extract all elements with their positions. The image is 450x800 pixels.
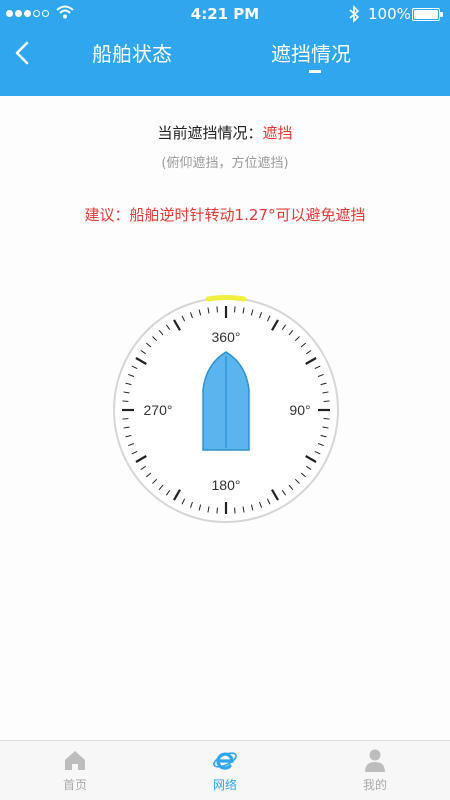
tab-home-label: 首页 xyxy=(62,778,87,792)
tab-ship-status[interactable]: 船舶状态 xyxy=(92,38,172,67)
bluetooth-icon xyxy=(349,5,360,23)
home-icon xyxy=(65,751,85,770)
compass-minor-tick xyxy=(234,306,236,313)
battery-icon xyxy=(412,8,443,21)
main-content: 当前遮挡情况：遮挡 (俯仰遮挡，方位遮挡) 建议：船舶逆时针转动1.27°可以避… xyxy=(0,96,450,740)
compass-label-north: 360° xyxy=(212,329,241,345)
compass-label-east: 90° xyxy=(289,402,310,418)
compass-highlight-arc xyxy=(205,295,247,302)
compass-minor-tick xyxy=(216,306,218,313)
compass-label-south: 180° xyxy=(212,477,241,493)
bottom-tab-bar: 首页 网络 我的 xyxy=(0,740,450,800)
rotation-suggestion: 建议：船舶逆时针转动1.27°可以避免遮挡 xyxy=(84,206,366,224)
user-icon xyxy=(365,749,385,772)
compass-minor-tick xyxy=(323,418,330,420)
active-tab-indicator xyxy=(309,70,321,73)
compass-minor-tick xyxy=(323,400,330,402)
blocking-detail: (俯仰遮挡，方位遮挡) xyxy=(161,156,289,171)
compass-minor-tick xyxy=(216,507,218,514)
compass-minor-tick xyxy=(122,418,129,420)
current-blocking-label: 当前遮挡情况： xyxy=(157,124,263,142)
battery-percent: 100% xyxy=(368,5,411,23)
current-blocking-status: 当前遮挡情况：遮挡 xyxy=(0,122,450,143)
compass-label-west: 270° xyxy=(144,402,173,418)
tab-blocking[interactable]: 遮挡情况 xyxy=(271,38,351,67)
app-header: 4:21 PM 100% 船舶状态 遮挡情况 xyxy=(0,0,450,96)
tab-mine[interactable]: 我的 xyxy=(300,741,450,800)
navigation-bar: 船舶状态 遮挡情况 xyxy=(0,28,450,96)
compass-minor-tick xyxy=(234,507,236,514)
back-arrow-icon[interactable] xyxy=(8,36,38,70)
compass-dial: 360° 180° 270° 90° xyxy=(113,295,339,523)
compass-minor-tick xyxy=(122,400,129,402)
tab-network[interactable]: 网络 xyxy=(150,741,300,800)
tab-mine-label: 我的 xyxy=(362,778,387,792)
tab-home[interactable]: 首页 xyxy=(0,741,150,800)
status-bar: 4:21 PM 100% xyxy=(0,0,450,28)
network-e-icon xyxy=(213,752,237,770)
current-blocking-value: 遮挡 xyxy=(262,124,293,142)
tab-network-label: 网络 xyxy=(212,778,237,792)
